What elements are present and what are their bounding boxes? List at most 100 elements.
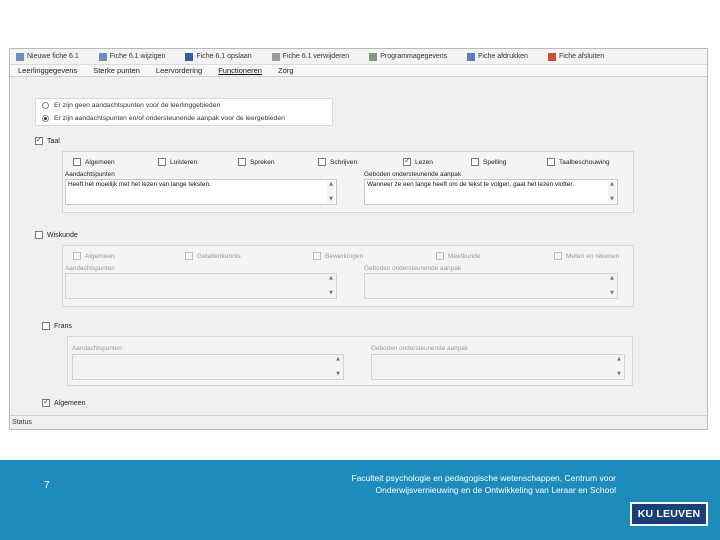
- textarea-value: Heeft het moeilijk met het lezen van lan…: [68, 181, 211, 188]
- section-checkbox-wiskunde[interactable]: Wiskunde: [35, 231, 78, 239]
- delete-icon: [271, 52, 280, 61]
- scroll-up-icon[interactable]: ▲: [608, 275, 616, 282]
- section-checkbox-algemeen[interactable]: Algemeen: [42, 397, 86, 407]
- checkbox[interactable]: [42, 397, 50, 407]
- edit-file-icon: [98, 52, 107, 61]
- checkbox[interactable]: [436, 252, 444, 260]
- scroll-down-icon[interactable]: ▼: [327, 196, 335, 203]
- toolbar-button[interactable]: Nieuwe fiche 6.1: [16, 52, 79, 61]
- aanpak-textarea[interactable]: ▲ ▼: [371, 354, 625, 380]
- toolbar-button[interactable]: Fiche 6.1 wijzigen: [98, 52, 165, 61]
- checkbox[interactable]: [42, 322, 50, 330]
- scroll-down-icon[interactable]: ▼: [327, 290, 335, 297]
- option-checkbox[interactable]: Spreken: [238, 158, 275, 166]
- menu-tab[interactable]: Sterke punten: [93, 66, 140, 75]
- toolbar-button[interactable]: Fiche 6.1 opslaan: [185, 52, 252, 61]
- option-label: Spelling: [483, 158, 507, 166]
- wiskunde-group: Algemeen Getallenkennis Bewerkingen Meetkun…: [62, 245, 634, 307]
- checkbox[interactable]: [73, 158, 81, 166]
- checkbox[interactable]: [185, 252, 193, 260]
- scroll-down-icon[interactable]: ▼: [615, 371, 623, 378]
- aandachtspunten-textarea[interactable]: Heeft het moeilijk met het lezen van lan…: [65, 179, 337, 205]
- taal-group: Algemeen Luisteren Spreken Schrijven Lezen Sp…: [62, 151, 634, 213]
- option-checkbox[interactable]: Algemeen: [73, 252, 115, 260]
- option-checkbox[interactable]: Lezen: [403, 156, 433, 166]
- scroll-up-icon[interactable]: ▲: [334, 356, 342, 363]
- aanpak-label: Geboden ondersteunende aanpak: [364, 265, 462, 272]
- menu-tab[interactable]: Zorg: [278, 66, 293, 75]
- menu-tab[interactable]: Functioneren: [218, 66, 262, 75]
- checkbox[interactable]: [313, 252, 321, 260]
- checkbox[interactable]: [318, 158, 326, 166]
- checkbox[interactable]: [554, 252, 562, 260]
- aanpak-label: Geboden ondersteunende aanpak: [371, 345, 469, 352]
- checkbox[interactable]: [35, 135, 43, 145]
- scrollbar[interactable]: ▲ ▼: [608, 181, 616, 203]
- option-label: Lezen: [415, 158, 433, 166]
- menu-tab[interactable]: Leerlinggegevens: [18, 66, 77, 75]
- aandachtspunten-radio-group: Er zijn geen aandachtspunten voor de lee…: [35, 98, 333, 126]
- toolbar-button-label: Programmagegevens: [380, 53, 448, 60]
- radio-no-points[interactable]: Er zijn geen aandachtspunten voor de lee…: [36, 99, 332, 112]
- scrollbar[interactable]: ▲ ▼: [334, 356, 342, 378]
- scroll-down-icon[interactable]: ▼: [334, 371, 342, 378]
- checkbox[interactable]: [73, 252, 81, 260]
- status-bar: Status: [10, 415, 707, 429]
- footer-affiliation: Faculteit psychologie en pedagogische we…: [351, 473, 616, 495]
- scrollbar[interactable]: ▲ ▼: [615, 356, 623, 378]
- section-checkbox-taal[interactable]: Taal: [35, 135, 60, 145]
- close-icon: [547, 52, 556, 61]
- checkbox[interactable]: [403, 156, 411, 166]
- toolbar-button[interactable]: Fiche afsluiten: [547, 52, 605, 61]
- aanpak-textarea[interactable]: ▲ ▼: [364, 273, 618, 299]
- option-checkbox[interactable]: Algemeen: [73, 158, 115, 166]
- grid-icon: [369, 52, 378, 61]
- option-checkbox[interactable]: Schrijven: [318, 158, 357, 166]
- aanpak-label: Geboden ondersteunende aanpak: [364, 171, 462, 178]
- checkbox[interactable]: [547, 158, 555, 166]
- option-label: Bewerkingen: [325, 252, 364, 260]
- scrollbar[interactable]: ▲ ▼: [327, 181, 335, 203]
- checkbox[interactable]: [238, 158, 246, 166]
- checkbox[interactable]: [471, 158, 479, 166]
- option-checkbox[interactable]: Luisteren: [158, 158, 197, 166]
- option-checkbox[interactable]: Meetkunde: [436, 252, 481, 260]
- section-label: Algemeen: [54, 399, 86, 407]
- scroll-up-icon[interactable]: ▲: [327, 181, 335, 188]
- aandachtspunten-textarea[interactable]: ▲ ▼: [65, 273, 337, 299]
- menu-bar: Leerlinggegevens Sterke punten Leervorderi…: [10, 65, 707, 77]
- scrollbar[interactable]: ▲ ▼: [327, 275, 335, 297]
- option-checkbox[interactable]: Meten en rekenen: [554, 252, 619, 260]
- aandachtspunten-textarea[interactable]: ▲ ▼: [72, 354, 344, 380]
- save-icon: [185, 52, 194, 61]
- option-label: Algemeen: [85, 158, 115, 166]
- scrollbar[interactable]: ▲ ▼: [608, 275, 616, 297]
- scroll-up-icon[interactable]: ▲: [615, 356, 623, 363]
- checkbox[interactable]: [158, 158, 166, 166]
- option-label: Luisteren: [170, 158, 198, 166]
- option-checkbox[interactable]: Taalbeschouwing: [547, 158, 610, 166]
- toolbar-button-label: Fiche afsluiten: [558, 53, 605, 60]
- radio-label: Er zijn geen aandachtspunten voor de lee…: [54, 102, 221, 109]
- toolbar-button[interactable]: Fiche 6.1 verwijderen: [271, 52, 349, 61]
- menu-tab[interactable]: Leervordering: [156, 66, 202, 75]
- option-checkbox[interactable]: Bewerkingen: [313, 252, 363, 260]
- scroll-up-icon[interactable]: ▲: [327, 275, 335, 282]
- scroll-down-icon[interactable]: ▼: [608, 290, 616, 297]
- option-checkbox[interactable]: Getallenkennis: [185, 252, 241, 260]
- radio-button[interactable]: [42, 115, 49, 122]
- new-file-icon: [16, 52, 24, 61]
- toolbar-button[interactable]: Fiche afdrukken: [467, 52, 528, 61]
- option-checkbox[interactable]: Spelling: [471, 158, 506, 166]
- toolbar-button[interactable]: Programmagegevens: [369, 52, 448, 61]
- scroll-up-icon[interactable]: ▲: [608, 181, 616, 188]
- toolbar: Nieuwe fiche 6.1 Fiche 6.1 wijzigen Fiche …: [10, 49, 707, 65]
- radio-button[interactable]: [42, 102, 49, 109]
- scroll-down-icon[interactable]: ▼: [608, 196, 616, 203]
- section-label: Taal: [47, 137, 60, 145]
- radio-with-points[interactable]: Er zijn aandachtspunten en/of ondersteun…: [36, 112, 332, 125]
- checkbox[interactable]: [35, 231, 43, 239]
- section-checkbox-frans[interactable]: Frans: [42, 322, 72, 330]
- aandachtspunten-label: Aandachtspunten: [72, 345, 122, 352]
- aanpak-textarea[interactable]: Wanneer ze een lange heeft om de tekst t…: [364, 179, 618, 205]
